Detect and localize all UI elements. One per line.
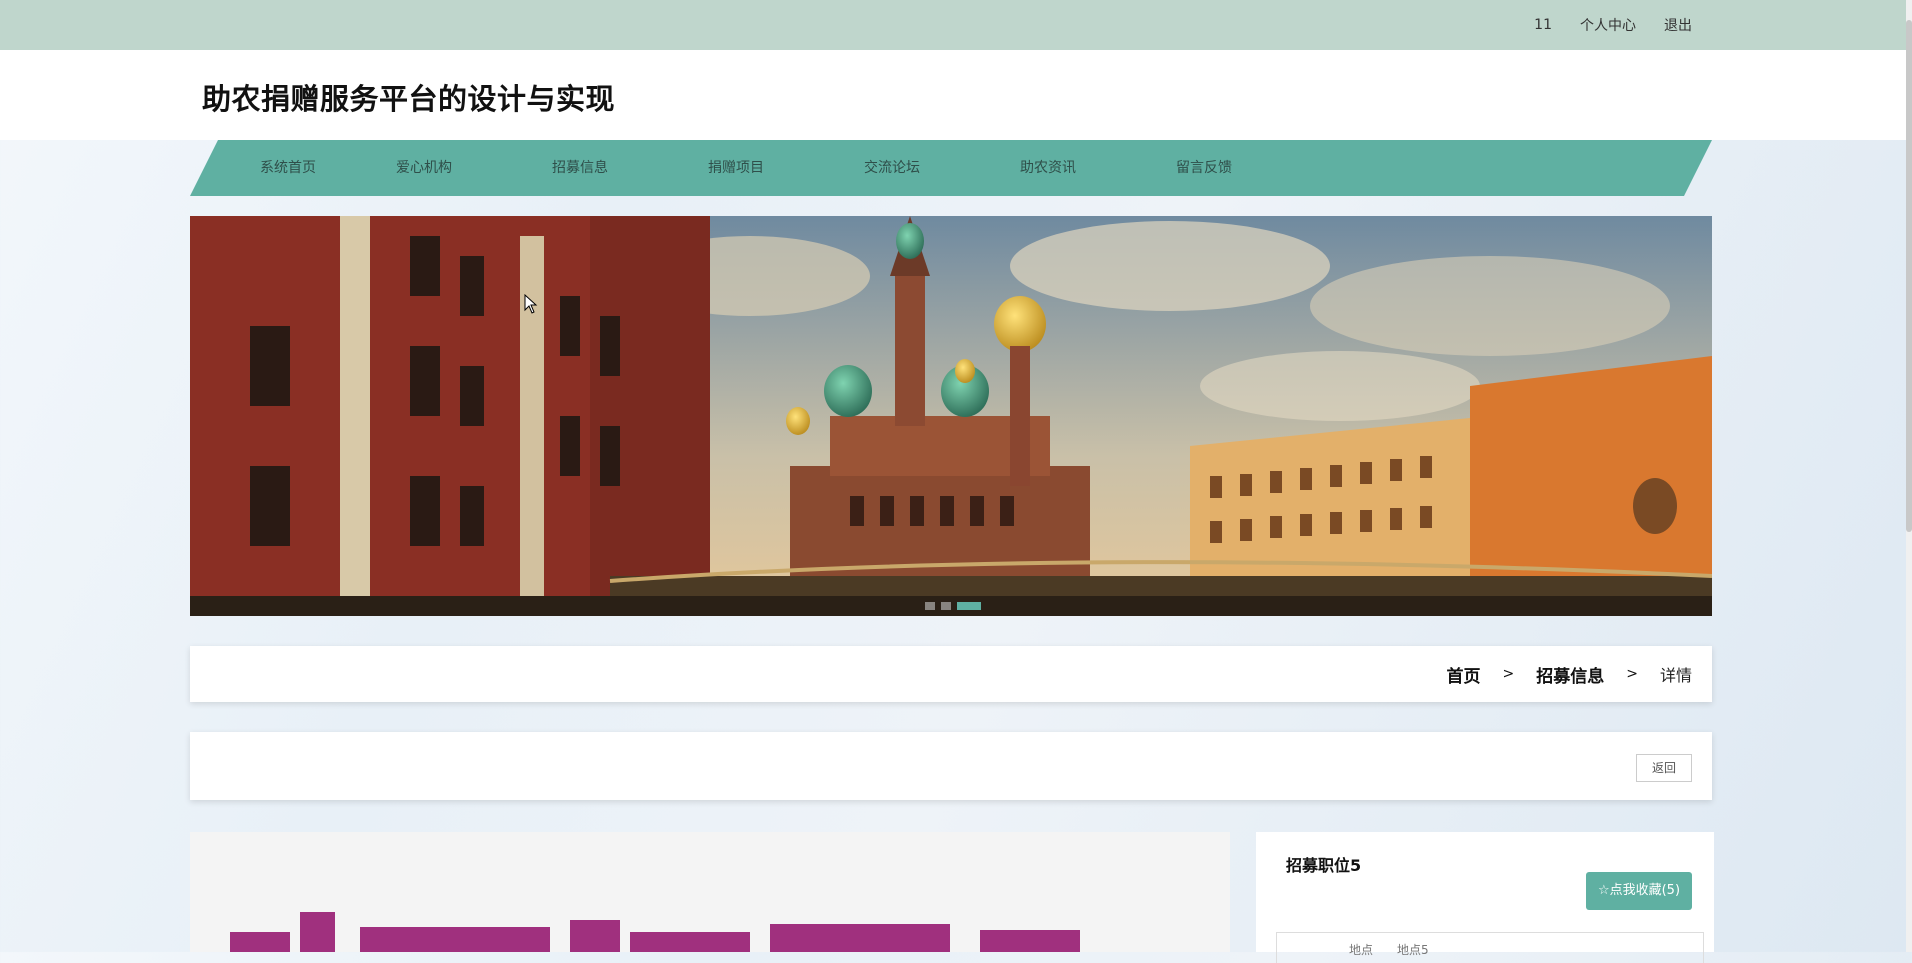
detail-image — [190, 832, 1230, 952]
carousel-dot-1[interactable] — [925, 602, 935, 610]
breadcrumb-home[interactable]: 首页 — [1447, 662, 1481, 687]
info-value: 地点5 — [1397, 943, 1429, 957]
info-row: 地点 地点5 — [1276, 932, 1704, 963]
breadcrumb-bar: 首页 > 招募信息 > 详情 — [190, 646, 1712, 702]
nav-item-forum[interactable]: 交流论坛 — [864, 140, 920, 196]
nav-item-feedback[interactable]: 留言反馈 — [1176, 140, 1232, 196]
action-bar: 返回 — [190, 732, 1712, 800]
profile-link[interactable]: 个人中心 — [1580, 15, 1636, 35]
breadcrumb-current: 详情 — [1659, 666, 1692, 685]
nav-item-home[interactable]: 系统首页 — [260, 140, 316, 196]
nav-item-charity-orgs[interactable]: 爱心机构 — [396, 140, 452, 196]
top-bar: 11 个人中心 退出 — [0, 0, 1906, 50]
breadcrumb-separator: > — [1626, 666, 1638, 682]
site-header: 助农捐赠服务平台的设计与实现 — [0, 50, 1906, 140]
nav-item-news[interactable]: 助农资讯 — [1020, 140, 1076, 196]
job-title: 招募职位5 — [1286, 856, 1362, 875]
carousel-indicators — [925, 602, 981, 610]
main-nav: 系统首页 爱心机构 招募信息 捐赠项目 交流论坛 助农资讯 留言反馈 — [190, 140, 1712, 196]
carousel-dot-3[interactable] — [957, 602, 981, 610]
page-scrollbar[interactable] — [1906, 0, 1912, 952]
breadcrumb-separator: > — [1502, 666, 1515, 682]
back-button[interactable]: 返回 — [1636, 754, 1692, 782]
logout-link[interactable]: 退出 — [1664, 15, 1692, 35]
breadcrumb: 首页 > 招募信息 > 详情 — [1447, 646, 1692, 702]
mouse-cursor-icon — [524, 294, 538, 314]
username[interactable]: 11 — [1534, 17, 1552, 33]
banner-image — [190, 216, 1712, 616]
breadcrumb-section[interactable]: 招募信息 — [1536, 662, 1604, 687]
favorite-button[interactable]: ☆点我收藏(5) — [1586, 872, 1692, 910]
info-label: 地点 — [1349, 943, 1374, 957]
carousel-dot-2[interactable] — [941, 602, 951, 610]
banner-carousel[interactable] — [190, 216, 1712, 616]
site-title: 助农捐赠服务平台的设计与实现 — [202, 82, 616, 116]
detail-side-panel: 招募职位5 ☆点我收藏(5) 地点 地点5 — [1256, 832, 1714, 963]
nav-item-donation-projects[interactable]: 捐赠项目 — [708, 140, 764, 196]
recruit-poster-graphic — [230, 912, 1080, 952]
nav-item-recruitment[interactable]: 招募信息 — [552, 140, 608, 196]
user-links: 11 个人中心 退出 — [1534, 0, 1692, 50]
scrollbar-thumb[interactable] — [1906, 20, 1912, 532]
